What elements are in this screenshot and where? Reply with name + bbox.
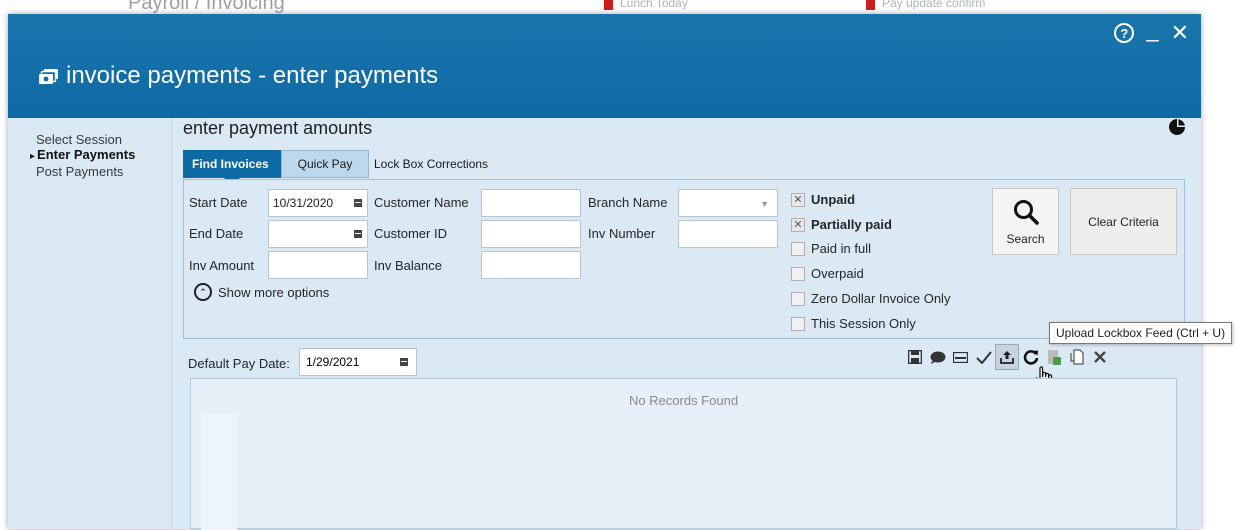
- inv-number-field[interactable]: [678, 220, 778, 248]
- this-session-checkbox[interactable]: This Session Only: [791, 316, 916, 331]
- search-button[interactable]: Search: [992, 188, 1059, 255]
- zero-dollar-label: Zero Dollar Invoice Only: [811, 291, 951, 306]
- card-icon[interactable]: [949, 344, 972, 370]
- inv-number-label: Inv Number: [588, 226, 656, 241]
- background-window-strip: Payroll / Invoicing Lunch Today Pay upda…: [0, 0, 1258, 14]
- section-heading: enter payment amounts: [183, 118, 373, 138]
- branch-name-select[interactable]: ▼: [678, 189, 778, 217]
- partially-paid-label: Partially paid: [811, 217, 892, 232]
- unpaid-checkbox[interactable]: ✕ Unpaid: [791, 192, 855, 207]
- nav-divider: [171, 118, 172, 529]
- paid-in-full-checkbox[interactable]: Paid in full: [791, 241, 871, 256]
- save-icon[interactable]: [903, 344, 926, 370]
- alert-flag-icon: [604, 0, 613, 10]
- unpaid-label: Unpaid: [811, 192, 856, 207]
- comment-icon[interactable]: [926, 344, 949, 370]
- end-date-label: End Date: [189, 226, 244, 241]
- inv-amount-field[interactable]: [268, 251, 368, 279]
- overpaid-label: Overpaid: [811, 266, 864, 281]
- customer-id-field[interactable]: [481, 220, 581, 248]
- upload-tooltip: Upload Lockbox Feed (Ctrl + U): [1049, 322, 1233, 344]
- paid-in-full-label: Paid in full: [811, 241, 871, 256]
- checkbox-icon: [791, 316, 805, 331]
- checkbox-icon: [791, 291, 805, 306]
- start-date-field[interactable]: 10/31/2020: [268, 189, 368, 217]
- this-session-label: This Session Only: [811, 316, 916, 331]
- branch-name-label: Branch Name: [588, 195, 668, 210]
- default-pay-date-label: Default Pay Date:: [188, 356, 290, 371]
- end-date-field[interactable]: [268, 220, 368, 248]
- show-more-label: Show more options: [218, 284, 330, 300]
- tab-find-invoices[interactable]: Find Invoices: [183, 150, 281, 185]
- checkmark-icon[interactable]: [972, 344, 995, 370]
- payments-grid[interactable]: No Records Found: [190, 378, 1177, 530]
- background-alert-1: Lunch Today: [620, 0, 688, 10]
- background-alert-2: Pay update confirm: [882, 0, 986, 10]
- customer-id-label: Customer ID: [374, 226, 447, 241]
- title-bar[interactable]: invoice payments - enter payments ? _ ✕: [8, 14, 1201, 118]
- tab-lock-box-corrections[interactable]: Lock Box Corrections: [369, 150, 497, 178]
- checkbox-checked-icon: ✕: [791, 217, 805, 232]
- step-nav: Select Session Enter Payments Post Payme…: [36, 132, 135, 179]
- chevron-down-icon[interactable]: ▼: [760, 199, 769, 209]
- tab-quick-pay[interactable]: Quick Pay: [281, 150, 369, 178]
- minimize-button[interactable]: _: [1146, 19, 1158, 41]
- calendar-icon[interactable]: [354, 230, 362, 238]
- nav-item-select-session[interactable]: Select Session: [36, 132, 135, 147]
- copy-icon[interactable]: [1065, 344, 1088, 370]
- pie-chart-icon[interactable]: [1169, 119, 1185, 135]
- nav-item-post-payments[interactable]: Post Payments: [36, 164, 135, 179]
- show-more-options[interactable]: ⌃ Show more options: [194, 283, 329, 301]
- zero-dollar-checkbox[interactable]: Zero Dollar Invoice Only: [791, 291, 950, 306]
- clear-criteria-button[interactable]: Clear Criteria: [1070, 188, 1177, 255]
- window-controls: ? _ ✕: [1114, 19, 1189, 46]
- nav-item-enter-payments[interactable]: Enter Payments: [30, 147, 135, 164]
- grid-toolbar: [903, 344, 1111, 370]
- upload-icon[interactable]: [995, 344, 1019, 370]
- calendar-icon[interactable]: [354, 199, 362, 207]
- alert-flag-icon: [866, 0, 875, 10]
- default-pay-date-field[interactable]: 1/29/2021: [299, 348, 417, 376]
- overpaid-checkbox[interactable]: Overpaid: [791, 266, 864, 281]
- search-label: Search: [1006, 232, 1045, 246]
- chevron-up-icon: ⌃: [194, 283, 212, 301]
- checkbox-checked-icon: ✕: [791, 192, 805, 207]
- start-date-value: 10/31/2020: [273, 196, 334, 210]
- help-icon[interactable]: ?: [1114, 23, 1135, 43]
- close-button[interactable]: ✕: [1171, 20, 1189, 46]
- checkbox-icon: [791, 241, 805, 256]
- invoice-cards-icon: [39, 69, 58, 84]
- customer-name-label: Customer Name: [374, 195, 469, 210]
- inv-balance-label: Inv Balance: [374, 258, 442, 273]
- window-title: invoice payments - enter payments: [66, 62, 439, 89]
- customer-name-field[interactable]: [481, 189, 581, 217]
- grid-row-shade: [201, 414, 237, 530]
- inv-amount-label: Inv Amount: [189, 258, 255, 273]
- search-criteria-panel: Start Date 10/31/2020 End Date Inv Amoun…: [183, 179, 1185, 339]
- start-date-label: Start Date: [189, 195, 248, 210]
- search-icon: [1013, 200, 1039, 225]
- inv-balance-field[interactable]: [481, 251, 581, 279]
- calendar-icon[interactable]: [400, 358, 408, 366]
- background-app-title: Payroll / Invoicing: [128, 0, 285, 14]
- main-tabs: Find Invoices Quick Pay Lock Box Correct…: [183, 150, 497, 185]
- default-pay-date-value: 1/29/2021: [306, 355, 360, 369]
- no-records-message: No Records Found: [628, 393, 739, 408]
- delete-icon[interactable]: [1088, 344, 1111, 370]
- partially-paid-checkbox[interactable]: ✕ Partially paid: [791, 217, 892, 232]
- checkbox-icon: [791, 266, 805, 281]
